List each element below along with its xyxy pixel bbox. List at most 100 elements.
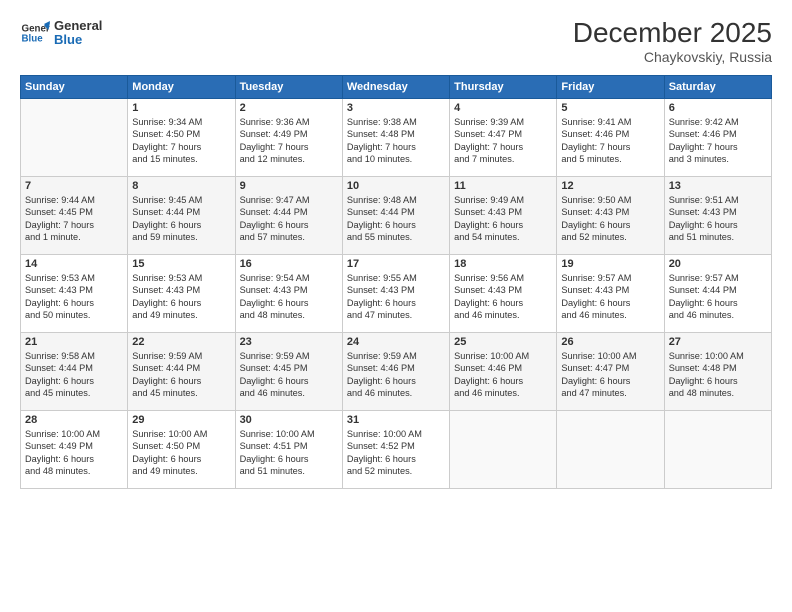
day-info: Sunrise: 9:54 AMSunset: 4:43 PMDaylight:… [240, 272, 338, 322]
page-title: December 2025 [573, 18, 772, 49]
calendar-cell: 11 Sunrise: 9:49 AMSunset: 4:43 PMDayligh… [450, 176, 557, 254]
calendar-cell: 18Sunrise: 9:56 AMSunset: 4:43 PMDayligh… [450, 254, 557, 332]
calendar-cell: 24 Sunrise: 9:59 AMSunset: 4:46 PMDayligh… [342, 332, 449, 410]
day-info: Sunrise: 9:47 AMSunset: 4:44 PMDaylight:… [240, 194, 338, 244]
calendar-cell: 17 Sunrise: 9:55 AMSunset: 4:43 PMDayligh… [342, 254, 449, 332]
day-number: 1 [132, 102, 230, 114]
calendar-week-1: 1 Sunrise: 9:34 AMSunset: 4:50 PMDaylight… [21, 98, 772, 176]
day-number: 11 [454, 180, 552, 192]
calendar-cell: 23Sunrise: 9:59 AMSunset: 4:45 PMDayligh… [235, 332, 342, 410]
calendar-header: Sunday Monday Tuesday Wednesday Thursday… [21, 75, 772, 98]
day-info: Sunrise: 9:36 AMSunset: 4:49 PMDaylight:… [240, 116, 338, 166]
day-info: Sunrise: 9:59 AMSunset: 4:44 PMDaylight:… [132, 350, 230, 400]
logo-icon: General Blue [20, 18, 50, 48]
day-number: 31 [347, 414, 445, 426]
title-block: December 2025 Chaykovskiy, Russia [573, 18, 772, 65]
calendar-cell: 1 Sunrise: 9:34 AMSunset: 4:50 PMDaylight… [128, 98, 235, 176]
page-subtitle: Chaykovskiy, Russia [573, 49, 772, 65]
day-number: 26 [561, 336, 659, 348]
calendar-cell: 7 Sunrise: 9:44 AMSunset: 4:45 PMDaylight… [21, 176, 128, 254]
day-info: Sunrise: 9:34 AMSunset: 4:50 PMDaylight:… [132, 116, 230, 166]
page-header: General Blue General Blue December 2025 … [20, 18, 772, 65]
day-info: Sunrise: 10:00 AMSunset: 4:47 PMDaylight… [561, 350, 659, 400]
day-info: Sunrise: 9:50 AMSunset: 4:43 PMDaylight:… [561, 194, 659, 244]
calendar-cell: 15Sunrise: 9:53 AMSunset: 4:43 PMDayligh… [128, 254, 235, 332]
day-number: 19 [561, 258, 659, 270]
calendar-cell: 8Sunrise: 9:45 AMSunset: 4:44 PMDaylight… [128, 176, 235, 254]
calendar-week-5: 28Sunrise: 10:00 AMSunset: 4:49 PMDaylig… [21, 410, 772, 488]
day-info: Sunrise: 9:41 AMSunset: 4:46 PMDaylight:… [561, 116, 659, 166]
day-info: Sunrise: 9:59 AMSunset: 4:45 PMDaylight:… [240, 350, 338, 400]
day-number: 6 [669, 102, 767, 114]
calendar-cell [557, 410, 664, 488]
logo-text-blue: Blue [54, 33, 102, 47]
calendar-cell: 31 Sunrise: 10:00 AMSunset: 4:52 PMDaylig… [342, 410, 449, 488]
header-tuesday: Tuesday [235, 75, 342, 98]
day-info: Sunrise: 9:58 AMSunset: 4:44 PMDaylight:… [25, 350, 123, 400]
day-info: Sunrise: 9:48 AMSunset: 4:44 PMDaylight:… [347, 194, 445, 244]
calendar-cell: 28Sunrise: 10:00 AMSunset: 4:49 PMDaylig… [21, 410, 128, 488]
day-info: Sunrise: 9:51 AMSunset: 4:43 PMDaylight:… [669, 194, 767, 244]
calendar-cell: 29 Sunrise: 10:00 AMSunset: 4:50 PMDaylig… [128, 410, 235, 488]
day-number: 24 [347, 336, 445, 348]
day-number: 10 [347, 180, 445, 192]
calendar-cell: 2Sunrise: 9:36 AMSunset: 4:49 PMDaylight… [235, 98, 342, 176]
day-number: 30 [240, 414, 338, 426]
day-number: 3 [347, 102, 445, 114]
calendar-cell: 16 Sunrise: 9:54 AMSunset: 4:43 PMDayligh… [235, 254, 342, 332]
calendar-cell: 3Sunrise: 9:38 AMSunset: 4:48 PMDaylight… [342, 98, 449, 176]
day-number: 7 [25, 180, 123, 192]
calendar-cell: 30Sunrise: 10:00 AMSunset: 4:51 PMDaylig… [235, 410, 342, 488]
calendar-cell: 20 Sunrise: 9:57 AMSunset: 4:44 PMDayligh… [664, 254, 771, 332]
header-monday: Monday [128, 75, 235, 98]
calendar-table: Sunday Monday Tuesday Wednesday Thursday… [20, 75, 772, 489]
header-saturday: Saturday [664, 75, 771, 98]
day-info: Sunrise: 10:00 AMSunset: 4:52 PMDaylight… [347, 428, 445, 478]
day-info: Sunrise: 9:56 AMSunset: 4:43 PMDaylight:… [454, 272, 552, 322]
header-wednesday: Wednesday [342, 75, 449, 98]
day-info: Sunrise: 9:53 AMSunset: 4:43 PMDaylight:… [25, 272, 123, 322]
day-info: Sunrise: 10:00 AMSunset: 4:50 PMDaylight… [132, 428, 230, 478]
calendar-cell: 10 Sunrise: 9:48 AMSunset: 4:44 PMDayligh… [342, 176, 449, 254]
page: General Blue General Blue December 2025 … [0, 0, 792, 612]
day-info: Sunrise: 9:42 AMSunset: 4:46 PMDaylight:… [669, 116, 767, 166]
day-info: Sunrise: 9:44 AMSunset: 4:45 PMDaylight:… [25, 194, 123, 244]
calendar-cell: 14Sunrise: 9:53 AMSunset: 4:43 PMDayligh… [21, 254, 128, 332]
calendar-cell: 25 Sunrise: 10:00 AMSunset: 4:46 PMDaylig… [450, 332, 557, 410]
svg-text:Blue: Blue [22, 33, 44, 44]
logo: General Blue General Blue [20, 18, 102, 48]
day-info: Sunrise: 10:00 AMSunset: 4:46 PMDaylight… [454, 350, 552, 400]
day-info: Sunrise: 9:57 AMSunset: 4:43 PMDaylight:… [561, 272, 659, 322]
calendar-cell: 4Sunrise: 9:39 AMSunset: 4:47 PMDaylight… [450, 98, 557, 176]
calendar-week-3: 14Sunrise: 9:53 AMSunset: 4:43 PMDayligh… [21, 254, 772, 332]
day-number: 8 [132, 180, 230, 192]
logo-text-general: General [54, 19, 102, 33]
header-friday: Friday [557, 75, 664, 98]
calendar-cell: 27Sunrise: 10:00 AMSunset: 4:48 PMDaylig… [664, 332, 771, 410]
day-number: 13 [669, 180, 767, 192]
calendar-body: 1 Sunrise: 9:34 AMSunset: 4:50 PMDaylight… [21, 98, 772, 488]
day-info: Sunrise: 9:57 AMSunset: 4:44 PMDaylight:… [669, 272, 767, 322]
day-number: 16 [240, 258, 338, 270]
day-number: 20 [669, 258, 767, 270]
day-number: 15 [132, 258, 230, 270]
day-number: 12 [561, 180, 659, 192]
calendar-cell: 26 Sunrise: 10:00 AMSunset: 4:47 PMDaylig… [557, 332, 664, 410]
day-number: 21 [25, 336, 123, 348]
calendar-cell: 13 Sunrise: 9:51 AMSunset: 4:43 PMDayligh… [664, 176, 771, 254]
day-number: 25 [454, 336, 552, 348]
header-thursday: Thursday [450, 75, 557, 98]
day-number: 29 [132, 414, 230, 426]
day-info: Sunrise: 9:39 AMSunset: 4:47 PMDaylight:… [454, 116, 552, 166]
calendar-cell: 21 Sunrise: 9:58 AMSunset: 4:44 PMDayligh… [21, 332, 128, 410]
day-info: Sunrise: 9:49 AMSunset: 4:43 PMDaylight:… [454, 194, 552, 244]
day-number: 28 [25, 414, 123, 426]
day-info: Sunrise: 9:59 AMSunset: 4:46 PMDaylight:… [347, 350, 445, 400]
calendar-cell [664, 410, 771, 488]
day-number: 17 [347, 258, 445, 270]
calendar-cell: 6 Sunrise: 9:42 AMSunset: 4:46 PMDaylight… [664, 98, 771, 176]
calendar-cell: 12 Sunrise: 9:50 AMSunset: 4:43 PMDayligh… [557, 176, 664, 254]
calendar-cell: 5Sunrise: 9:41 AMSunset: 4:46 PMDaylight… [557, 98, 664, 176]
day-info: Sunrise: 9:55 AMSunset: 4:43 PMDaylight:… [347, 272, 445, 322]
header-sunday: Sunday [21, 75, 128, 98]
